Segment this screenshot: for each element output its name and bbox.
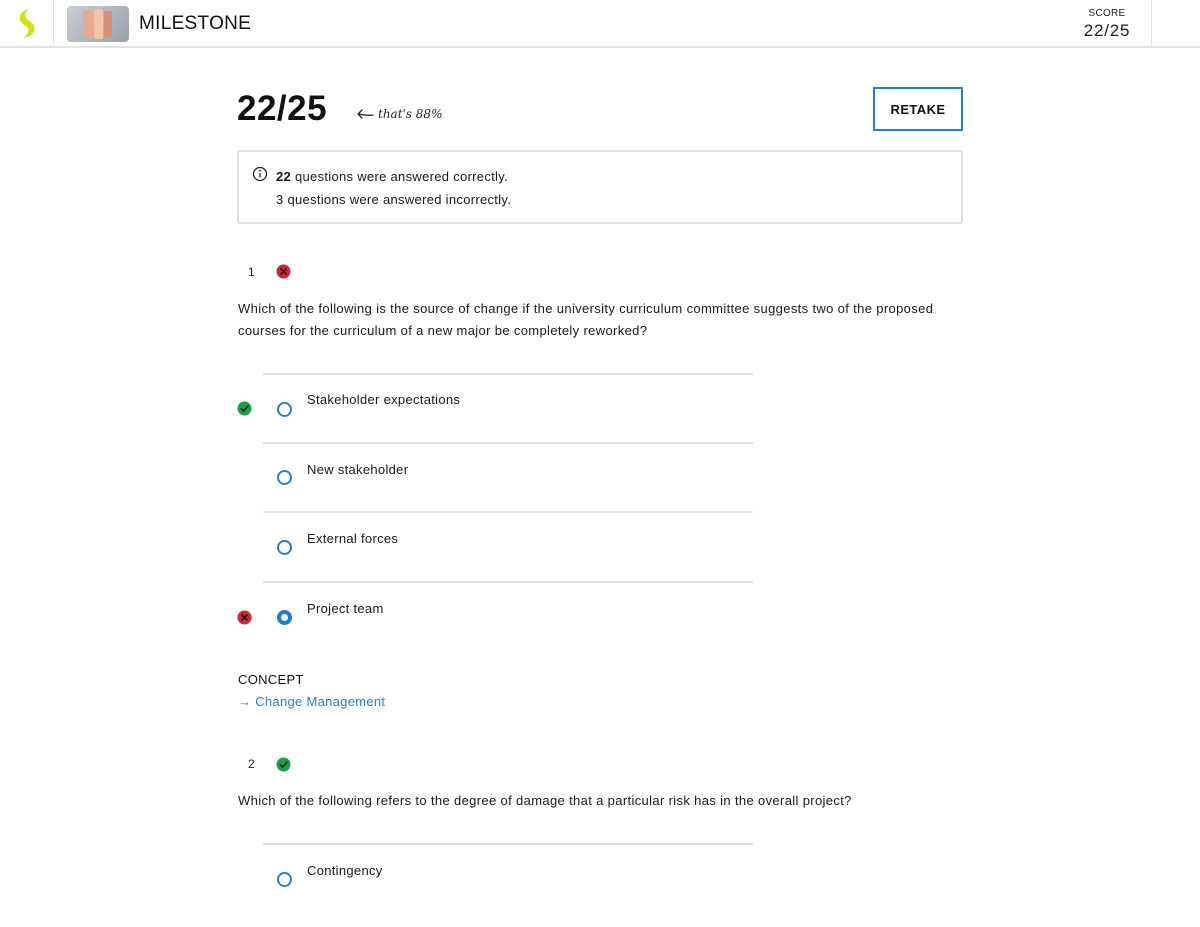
correct-summary-text: questions were answered correctly. [291, 169, 508, 184]
option-divider [263, 843, 753, 845]
concept-label: CONCEPT [238, 672, 304, 687]
app-title: MILESTONE [139, 13, 252, 34]
option-label[interactable]: Stakeholder expectations [307, 392, 460, 407]
results-summary: 22 questions were answered correctly. 3 … [237, 150, 963, 224]
score-label: SCORE [1088, 8, 1126, 19]
question-number: 2 [248, 757, 255, 771]
arrow-left-icon [357, 109, 374, 119]
option-label[interactable]: External forces [307, 531, 398, 546]
score-value: 22/25 [1083, 21, 1131, 40]
correct-count: 22 [276, 169, 292, 184]
concept-link[interactable]: → Change Management [238, 694, 385, 709]
question-text: Which of the following refers to the deg… [238, 793, 852, 808]
option-radio[interactable] [277, 872, 292, 887]
question-text: Which of the following is the source of … [238, 301, 934, 338]
result-score: 22/25 [237, 89, 328, 128]
option-divider [263, 581, 753, 583]
logo[interactable] [0, 0, 54, 46]
header-divider [1151, 0, 1152, 46]
option-divider [263, 442, 753, 444]
option-label[interactable]: Project team [307, 601, 384, 616]
percent-note-text: that's 88% [378, 107, 443, 121]
incorrect-answer-icon [237, 610, 252, 625]
incorrect-icon [276, 264, 291, 279]
info-icon [252, 166, 268, 182]
correct-summary: 22 questions were answered correctly. [276, 169, 508, 184]
question-number: 1 [248, 265, 255, 279]
retake-button[interactable]: RETAKE [873, 87, 963, 131]
top-bar: MILESTONE SCORE 22/25 [0, 0, 1200, 48]
option-label[interactable]: New stakeholder [307, 462, 408, 477]
correct-answer-icon [237, 401, 252, 416]
option-label[interactable]: Contingency [307, 863, 383, 878]
option-radio[interactable] [277, 540, 292, 555]
option-divider [263, 511, 753, 513]
logo-icon [19, 9, 35, 38]
option-radio[interactable] [277, 402, 292, 417]
option-divider [263, 373, 753, 375]
option-radio-selected[interactable] [277, 610, 292, 625]
option-radio[interactable] [277, 470, 292, 485]
incorrect-summary: 3 questions were answered incorrectly. [276, 192, 512, 207]
percent-note: that's 88% [356, 107, 442, 121]
course-thumbnail [67, 6, 129, 42]
correct-icon [276, 757, 291, 772]
